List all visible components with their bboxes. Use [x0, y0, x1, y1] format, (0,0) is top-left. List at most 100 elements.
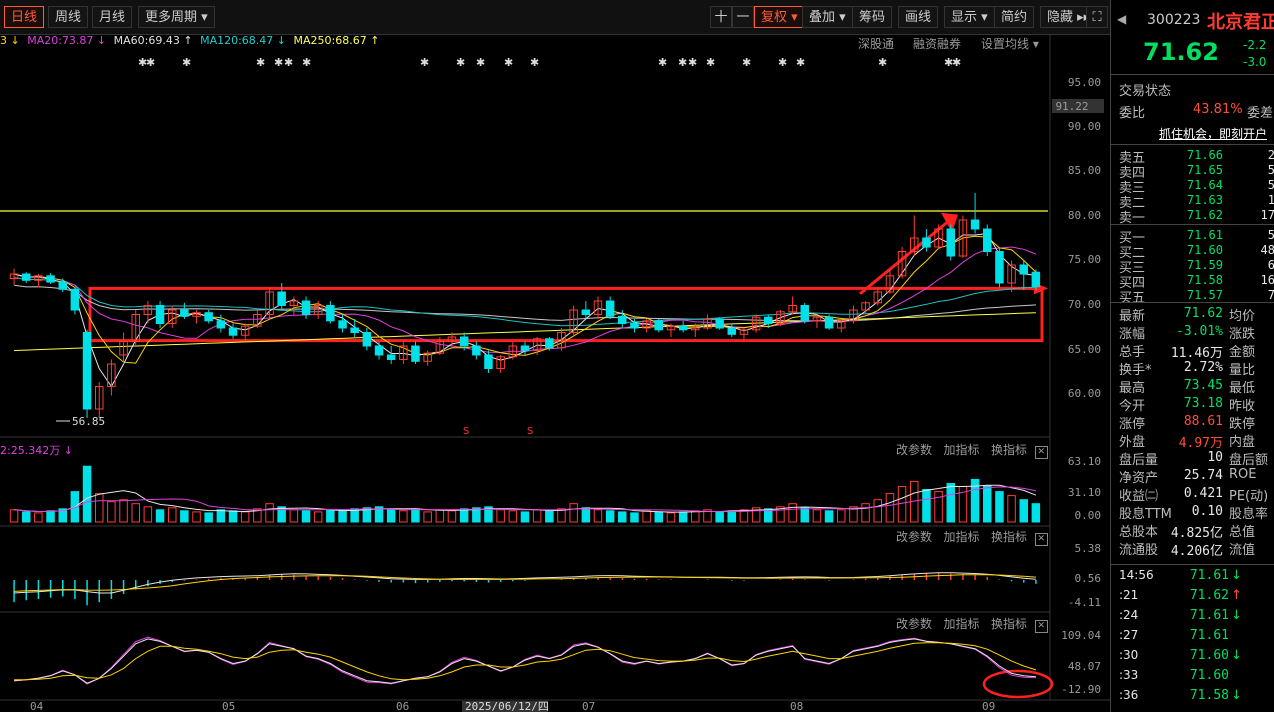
stat-value: 0.10 [1191, 504, 1223, 519]
switch-indicator-link[interactable]: 换指标 [991, 443, 1027, 457]
book-level-price[interactable]: 71.64 [1167, 178, 1223, 192]
current-price-axis-label: 91.22 [1055, 100, 1088, 113]
stat-label: 净资产 [1119, 471, 1159, 486]
volume-pane-controls: 改参数 加指标 换指标 ✕ [896, 441, 1048, 459]
stat-label: 内盘 [1229, 435, 1256, 450]
stat-label: 金额 [1229, 345, 1256, 360]
x-axis-label: 06 [396, 700, 409, 712]
book-level-price[interactable]: 71.58 [1167, 273, 1223, 287]
edit-params-link[interactable]: 改参数 [896, 530, 932, 544]
crosshair-date-label: 2025/06/12/四 [465, 700, 549, 712]
kline-chart[interactable]: ✱✱ ✱ ✱ ✱ ✱ ✱ ✱ ✱ ✱ ✱ ✱ ✱ ✱ ✱ ✱ ✱ ✱ ✱ ✱ ✱✱S S 91.22 56.85 95.… [0, 0, 1110, 712]
volume-bar [107, 501, 116, 523]
volume-bar [168, 507, 177, 523]
volume-bar [155, 509, 165, 523]
add-indicator-link[interactable]: 加指标 [943, 443, 979, 457]
tick-time: :36 [1119, 688, 1139, 702]
stat-label: 收益㈡ [1119, 489, 1159, 504]
book-level-volume: 2 [1267, 148, 1274, 162]
event-marker-icon: ✱ [952, 56, 961, 69]
divider [1111, 74, 1274, 75]
candle-body [411, 345, 420, 362]
price-tick: 95.00 [1068, 76, 1101, 89]
volume-bar [630, 512, 639, 523]
candle-body [1031, 271, 1041, 288]
book-level-price[interactable]: 71.61 [1167, 228, 1223, 242]
volume-bar [788, 503, 797, 523]
book-level-price[interactable]: 71.59 [1167, 258, 1223, 272]
stat-value: 25.74 [1183, 468, 1223, 483]
volume-bar [605, 510, 615, 523]
event-marker-icon: ✱ [678, 56, 687, 69]
book-level-price[interactable]: 71.62 [1167, 208, 1223, 222]
book-level-volume: 5 [1267, 178, 1274, 192]
stat-label: ROE [1229, 467, 1257, 482]
close-icon[interactable]: ✕ [1034, 620, 1048, 633]
event-marker-icon: ✱ [706, 56, 715, 69]
volume-bar [995, 491, 1004, 523]
tick-time: :30 [1119, 648, 1139, 662]
divider [1111, 224, 1274, 225]
last-price: 71.62 [1143, 38, 1219, 66]
candle-body [180, 309, 189, 317]
stat-label: 盘后量 [1119, 453, 1159, 468]
book-level-price[interactable]: 71.60 [1167, 243, 1223, 257]
switch-indicator-link[interactable]: 换指标 [991, 530, 1027, 544]
candle-body [995, 251, 1004, 284]
collapse-arrow-icon[interactable]: ◀ [1117, 12, 1126, 26]
price-tick: 80.00 [1068, 209, 1101, 222]
volume-bar [873, 499, 882, 523]
stat-label: 外盘 [1119, 435, 1146, 450]
edit-params-link[interactable]: 改参数 [896, 443, 932, 457]
stat-label: PE(动) [1229, 489, 1269, 504]
stat-value: 2.72% [1183, 360, 1223, 375]
volume-bar [569, 503, 578, 523]
event-marker-icon: ✱ [302, 56, 311, 69]
x-axis-label: 08 [790, 700, 803, 712]
stat-value: 10 [1207, 450, 1223, 465]
book-level-price[interactable]: 71.65 [1167, 163, 1223, 177]
volume-bar [192, 511, 201, 523]
close-icon[interactable]: ✕ [1034, 446, 1048, 459]
divider [1111, 564, 1274, 565]
candle-body [520, 345, 530, 351]
stat-label: 涨停 [1119, 417, 1146, 432]
stat-label: 最高 [1119, 381, 1146, 396]
open-account-link[interactable]: 抓住机会，即刻开户 [1159, 125, 1267, 142]
book-level-price[interactable]: 71.66 [1167, 148, 1223, 162]
book-level-volume: 6 [1267, 258, 1274, 272]
tick-price: 71.61 [1189, 628, 1229, 643]
event-marker-icon: ✱ [256, 56, 265, 69]
volume-bar [447, 510, 457, 523]
book-level-price[interactable]: 71.63 [1167, 193, 1223, 207]
volume-bar [9, 509, 19, 523]
event-marker-icon: ✱ [530, 56, 539, 69]
switch-indicator-link[interactable]: 换指标 [991, 617, 1027, 631]
book-level-volume: 5 [1267, 228, 1274, 242]
volume-bar [46, 510, 55, 523]
event-marker-icon: ✱ [146, 56, 155, 69]
volume-bar [520, 511, 530, 523]
candle-body [277, 291, 286, 306]
candle-body [70, 288, 80, 311]
price-tick: 70.00 [1068, 298, 1101, 311]
volume-bar [119, 499, 128, 523]
quote-panel: ◀ 300223 北京君正 71.62 -2.2 -3.0 交易状态 委比 43… [1110, 0, 1274, 712]
candle-body [605, 300, 615, 317]
book-level-price[interactable]: 71.57 [1167, 288, 1223, 302]
tick-direction-icon: ↓ [1231, 568, 1242, 583]
edit-params-link[interactable]: 改参数 [896, 617, 932, 631]
volume-bar [666, 512, 676, 523]
volume-bar [812, 509, 822, 523]
close-icon[interactable]: ✕ [1034, 533, 1048, 546]
candle-body [800, 305, 809, 322]
candle-body [581, 309, 591, 315]
macd-pane-controls: 改参数 加指标 换指标 ✕ [896, 528, 1048, 546]
volume-bar [240, 511, 250, 523]
add-indicator-link[interactable]: 加指标 [943, 617, 979, 631]
volume-tick: 31.10 [1068, 486, 1101, 499]
add-indicator-link[interactable]: 加指标 [943, 530, 979, 544]
stat-label: 股息率 [1229, 507, 1269, 522]
tick-time: 14:56 [1119, 568, 1154, 582]
volume-bar [313, 511, 323, 523]
